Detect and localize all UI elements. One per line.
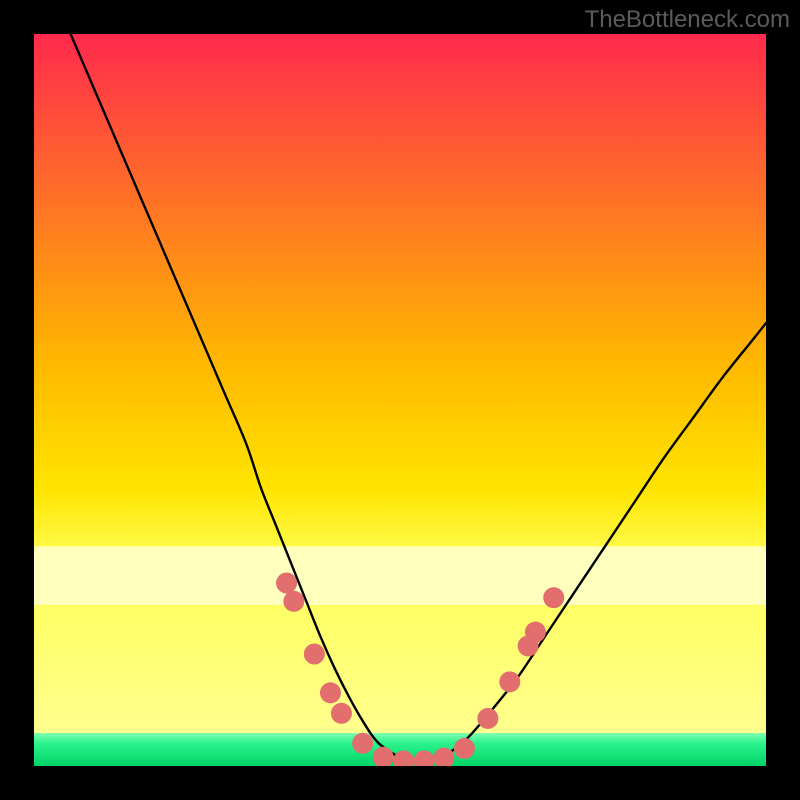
pale-yellow-band (34, 546, 766, 605)
curve-marker (331, 703, 352, 724)
curve-marker (304, 644, 325, 665)
chart-frame: TheBottleneck.com (0, 0, 800, 800)
curve-marker (543, 587, 564, 608)
plot-svg (34, 34, 766, 766)
curve-marker (352, 733, 373, 754)
curve-marker (320, 682, 341, 703)
plot-area (34, 34, 766, 766)
curve-marker (283, 591, 304, 612)
gradient-background (34, 34, 766, 766)
watermark-text: TheBottleneck.com (585, 6, 790, 34)
curve-marker (499, 671, 520, 692)
curve-marker (477, 708, 498, 729)
curve-marker (276, 573, 297, 594)
curve-marker (454, 738, 475, 759)
curve-marker (525, 622, 546, 643)
